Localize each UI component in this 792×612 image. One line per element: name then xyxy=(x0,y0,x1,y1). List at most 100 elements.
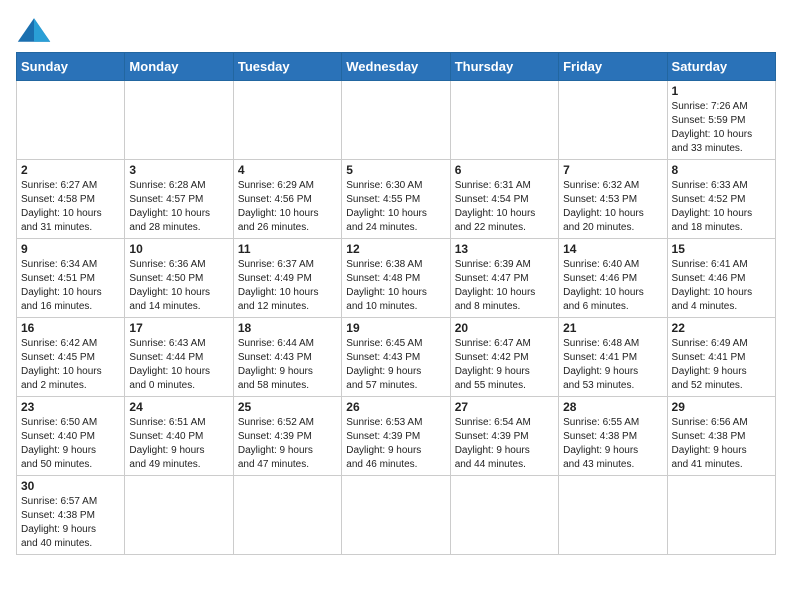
day-number: 12 xyxy=(346,242,445,256)
logo xyxy=(16,16,56,44)
day-info: Sunrise: 6:34 AM Sunset: 4:51 PM Dayligh… xyxy=(21,258,120,314)
day-cell xyxy=(342,81,450,160)
page-header xyxy=(16,16,776,44)
day-cell xyxy=(559,81,667,160)
day-info: Sunrise: 6:40 AM Sunset: 4:46 PM Dayligh… xyxy=(563,258,662,314)
day-number: 28 xyxy=(563,400,662,414)
day-info: Sunrise: 6:31 AM Sunset: 4:54 PM Dayligh… xyxy=(455,179,554,235)
day-info: Sunrise: 6:37 AM Sunset: 4:49 PM Dayligh… xyxy=(238,258,337,314)
day-info: Sunrise: 6:33 AM Sunset: 4:52 PM Dayligh… xyxy=(672,179,771,235)
day-cell xyxy=(233,476,341,555)
day-cell: 26 Sunrise: 6:53 AM Sunset: 4:39 PM Dayli… xyxy=(342,397,450,476)
day-number: 14 xyxy=(563,242,662,256)
day-number: 18 xyxy=(238,321,337,335)
day-cell: 7Sunrise: 6:32 AM Sunset: 4:53 PM Daylig… xyxy=(559,160,667,239)
day-number: 1 xyxy=(672,84,771,98)
day-info: Sunrise: 6:47 AM Sunset: 4:42 PM Dayligh… xyxy=(455,337,554,393)
weekday-header-row: SundayMondayTuesdayWednesdayThursdayFrid… xyxy=(17,53,776,81)
day-info: Sunrise: 6:36 AM Sunset: 4:50 PM Dayligh… xyxy=(129,258,228,314)
day-cell: 1 Sunrise: 7:26 AM Sunset: 5:59 PM Daylig… xyxy=(667,81,775,160)
day-number: 17 xyxy=(129,321,228,335)
day-number: 13 xyxy=(455,242,554,256)
week-row-1: 2 Sunrise: 6:27 AM Sunset: 4:58 PM Daylig… xyxy=(17,160,776,239)
day-cell: 9 Sunrise: 6:34 AM Sunset: 4:51 PM Daylig… xyxy=(17,239,125,318)
day-info: Sunrise: 6:30 AM Sunset: 4:55 PM Dayligh… xyxy=(346,179,445,235)
day-info: Sunrise: 6:55 AM Sunset: 4:38 PM Dayligh… xyxy=(563,416,662,472)
day-cell: 18 Sunrise: 6:44 AM Sunset: 4:43 PM Dayli… xyxy=(233,318,341,397)
day-info: Sunrise: 6:29 AM Sunset: 4:56 PM Dayligh… xyxy=(238,179,337,235)
day-cell: 15Sunrise: 6:41 AM Sunset: 4:46 PM Dayli… xyxy=(667,239,775,318)
day-cell: 2 Sunrise: 6:27 AM Sunset: 4:58 PM Daylig… xyxy=(17,160,125,239)
day-number: 2 xyxy=(21,163,120,177)
day-cell: 23 Sunrise: 6:50 AM Sunset: 4:40 PM Dayli… xyxy=(17,397,125,476)
day-cell: 25Sunrise: 6:52 AM Sunset: 4:39 PM Dayli… xyxy=(233,397,341,476)
day-cell: 22 Sunrise: 6:49 AM Sunset: 4:41 PM Dayli… xyxy=(667,318,775,397)
day-cell: 30 Sunrise: 6:57 AM Sunset: 4:38 PM Dayli… xyxy=(17,476,125,555)
day-cell: 4 Sunrise: 6:29 AM Sunset: 4:56 PM Daylig… xyxy=(233,160,341,239)
day-info: Sunrise: 6:42 AM Sunset: 4:45 PM Dayligh… xyxy=(21,337,120,393)
day-number: 19 xyxy=(346,321,445,335)
day-info: Sunrise: 6:51 AM Sunset: 4:40 PM Dayligh… xyxy=(129,416,228,472)
day-cell: 10 Sunrise: 6:36 AM Sunset: 4:50 PM Dayli… xyxy=(125,239,233,318)
day-number: 11 xyxy=(238,242,337,256)
week-row-5: 30 Sunrise: 6:57 AM Sunset: 4:38 PM Dayli… xyxy=(17,476,776,555)
day-info: Sunrise: 6:52 AM Sunset: 4:39 PM Dayligh… xyxy=(238,416,337,472)
calendar-table: SundayMondayTuesdayWednesdayThursdayFrid… xyxy=(16,52,776,555)
day-number: 8 xyxy=(672,163,771,177)
day-info: Sunrise: 6:45 AM Sunset: 4:43 PM Dayligh… xyxy=(346,337,445,393)
day-number: 27 xyxy=(455,400,554,414)
day-number: 20 xyxy=(455,321,554,335)
day-info: Sunrise: 6:41 AM Sunset: 4:46 PM Dayligh… xyxy=(672,258,771,314)
day-cell xyxy=(125,476,233,555)
day-cell: 24Sunrise: 6:51 AM Sunset: 4:40 PM Dayli… xyxy=(125,397,233,476)
day-cell xyxy=(450,476,558,555)
day-info: Sunrise: 6:27 AM Sunset: 4:58 PM Dayligh… xyxy=(21,179,120,235)
day-cell: 8 Sunrise: 6:33 AM Sunset: 4:52 PM Daylig… xyxy=(667,160,775,239)
week-row-0: 1 Sunrise: 7:26 AM Sunset: 5:59 PM Daylig… xyxy=(17,81,776,160)
day-info: Sunrise: 6:56 AM Sunset: 4:38 PM Dayligh… xyxy=(672,416,771,472)
day-info: Sunrise: 6:53 AM Sunset: 4:39 PM Dayligh… xyxy=(346,416,445,472)
day-info: Sunrise: 6:38 AM Sunset: 4:48 PM Dayligh… xyxy=(346,258,445,314)
day-number: 21 xyxy=(563,321,662,335)
weekday-wednesday: Wednesday xyxy=(342,53,450,81)
day-number: 4 xyxy=(238,163,337,177)
day-number: 10 xyxy=(129,242,228,256)
day-info: Sunrise: 6:28 AM Sunset: 4:57 PM Dayligh… xyxy=(129,179,228,235)
day-number: 5 xyxy=(346,163,445,177)
day-cell: 20 Sunrise: 6:47 AM Sunset: 4:42 PM Dayli… xyxy=(450,318,558,397)
day-info: Sunrise: 6:43 AM Sunset: 4:44 PM Dayligh… xyxy=(129,337,228,393)
weekday-sunday: Sunday xyxy=(17,53,125,81)
day-cell xyxy=(450,81,558,160)
day-info: Sunrise: 6:49 AM Sunset: 4:41 PM Dayligh… xyxy=(672,337,771,393)
day-number: 29 xyxy=(672,400,771,414)
day-cell: 11 Sunrise: 6:37 AM Sunset: 4:49 PM Dayli… xyxy=(233,239,341,318)
day-info: Sunrise: 6:57 AM Sunset: 4:38 PM Dayligh… xyxy=(21,495,120,551)
day-number: 26 xyxy=(346,400,445,414)
day-cell xyxy=(125,81,233,160)
weekday-thursday: Thursday xyxy=(450,53,558,81)
day-info: Sunrise: 6:54 AM Sunset: 4:39 PM Dayligh… xyxy=(455,416,554,472)
day-number: 22 xyxy=(672,321,771,335)
day-number: 16 xyxy=(21,321,120,335)
day-info: Sunrise: 6:48 AM Sunset: 4:41 PM Dayligh… xyxy=(563,337,662,393)
day-info: Sunrise: 6:44 AM Sunset: 4:43 PM Dayligh… xyxy=(238,337,337,393)
weekday-tuesday: Tuesday xyxy=(233,53,341,81)
day-number: 23 xyxy=(21,400,120,414)
day-cell: 17 Sunrise: 6:43 AM Sunset: 4:44 PM Dayli… xyxy=(125,318,233,397)
week-row-4: 23 Sunrise: 6:50 AM Sunset: 4:40 PM Dayli… xyxy=(17,397,776,476)
day-cell xyxy=(667,476,775,555)
day-info: Sunrise: 6:50 AM Sunset: 4:40 PM Dayligh… xyxy=(21,416,120,472)
day-number: 9 xyxy=(21,242,120,256)
day-info: Sunrise: 6:32 AM Sunset: 4:53 PM Dayligh… xyxy=(563,179,662,235)
week-row-3: 16 Sunrise: 6:42 AM Sunset: 4:45 PM Dayli… xyxy=(17,318,776,397)
day-cell xyxy=(342,476,450,555)
day-cell: 16 Sunrise: 6:42 AM Sunset: 4:45 PM Dayli… xyxy=(17,318,125,397)
day-cell: 28 Sunrise: 6:55 AM Sunset: 4:38 PM Dayli… xyxy=(559,397,667,476)
day-number: 30 xyxy=(21,479,120,493)
day-cell xyxy=(17,81,125,160)
day-cell: 19 Sunrise: 6:45 AM Sunset: 4:43 PM Dayli… xyxy=(342,318,450,397)
week-row-2: 9 Sunrise: 6:34 AM Sunset: 4:51 PM Daylig… xyxy=(17,239,776,318)
day-info: Sunrise: 7:26 AM Sunset: 5:59 PM Dayligh… xyxy=(672,100,771,156)
day-cell: 3Sunrise: 6:28 AM Sunset: 4:57 PM Daylig… xyxy=(125,160,233,239)
day-info: Sunrise: 6:39 AM Sunset: 4:47 PM Dayligh… xyxy=(455,258,554,314)
